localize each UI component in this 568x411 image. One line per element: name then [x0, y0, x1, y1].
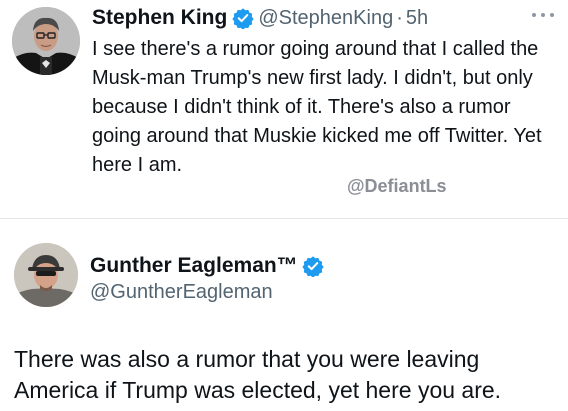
- divider: [0, 218, 568, 219]
- more-dot: [532, 13, 536, 17]
- verified-badge-icon: [302, 256, 324, 277]
- author-name[interactable]: Stephen King: [92, 6, 227, 30]
- more-dot: [541, 13, 545, 17]
- author-handle[interactable]: @StephenKing: [258, 7, 393, 30]
- tweet-timestamp[interactable]: 5h: [406, 7, 428, 30]
- more-dot: [550, 13, 554, 17]
- author-name[interactable]: Gunther Eagleman™: [90, 254, 298, 278]
- avatar[interactable]: [12, 7, 80, 75]
- profile-photo-icon: [14, 243, 78, 307]
- profile-photo-icon: [12, 7, 80, 75]
- tweet-text: There was also a rumor that you were lea…: [14, 346, 502, 403]
- author-handle[interactable]: @GuntherEagleman: [90, 281, 273, 304]
- more-options-button[interactable]: [532, 8, 554, 22]
- verified-badge-icon: [232, 8, 254, 29]
- tweet-text: I see there's a rumor going around that …: [92, 38, 542, 176]
- tweet-stephen-king: Stephen King @StephenKing · 5h I see the…: [0, 0, 568, 218]
- watermark: @DefiantLs: [347, 176, 447, 196]
- tweet-header: Stephen King @StephenKing · 5h: [92, 4, 428, 32]
- avatar[interactable]: [14, 243, 78, 307]
- tweet-header: Gunther Eagleman™: [90, 252, 328, 280]
- separator-dot: ·: [396, 6, 403, 29]
